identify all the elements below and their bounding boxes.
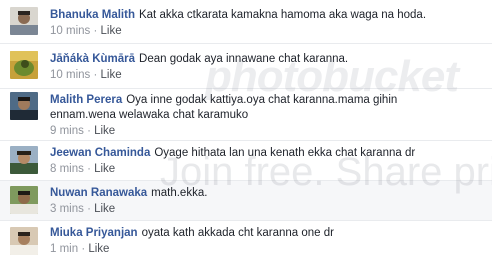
comment-author[interactable]: Bhanuka Malith bbox=[50, 9, 135, 21]
comment-time[interactable]: 8 mins bbox=[50, 163, 84, 175]
meta-separator: · bbox=[90, 69, 101, 81]
comment-author[interactable]: Jāňákà Kùmārā bbox=[50, 53, 135, 65]
meta-separator: · bbox=[83, 125, 95, 137]
like-link[interactable]: Like bbox=[94, 125, 115, 137]
meta-separator: · bbox=[90, 25, 101, 37]
comment-author[interactable]: Nuwan Ranawaka bbox=[50, 187, 147, 199]
comment-text: math.ekka. bbox=[151, 187, 208, 199]
avatar[interactable] bbox=[10, 186, 38, 214]
meta-separator: · bbox=[83, 163, 95, 175]
avatar[interactable] bbox=[10, 7, 38, 35]
like-link[interactable]: Like bbox=[101, 69, 122, 81]
avatar[interactable] bbox=[10, 227, 38, 255]
comment-time[interactable]: 10 mins bbox=[50, 69, 90, 81]
like-link[interactable]: Like bbox=[94, 203, 115, 215]
meta-separator: · bbox=[83, 203, 95, 215]
like-link[interactable]: Like bbox=[94, 163, 115, 175]
comment-text: Dean godak aya innawane chat karanna. bbox=[139, 53, 349, 65]
comment-time[interactable]: 3 mins bbox=[50, 203, 84, 215]
comment-time[interactable]: 9 mins bbox=[50, 125, 84, 137]
comment-item: Miuka Priyanjan oyata kath akkada cht kar… bbox=[0, 221, 492, 260]
comment-text: Oya inne godak kattiya.oya chat karanna.… bbox=[126, 94, 398, 106]
comment-author[interactable]: Jeewan Chaminda bbox=[50, 147, 150, 159]
avatar[interactable] bbox=[10, 51, 38, 79]
comment-text-continued: ennam.wena welawaka chat karamuko bbox=[50, 109, 249, 121]
avatar[interactable] bbox=[10, 146, 38, 174]
comment-time[interactable]: 10 mins bbox=[50, 25, 90, 37]
like-link[interactable]: Like bbox=[101, 25, 122, 37]
meta-separator: · bbox=[78, 243, 89, 255]
comment-item: Nuwan Ranawaka math.ekka. 3 mins · Like bbox=[0, 181, 492, 221]
comment-item: Jeewan Chaminda Oyage hithata lan una ken… bbox=[0, 141, 492, 181]
comment-author[interactable]: Miuka Priyanjan bbox=[50, 227, 138, 239]
avatar[interactable] bbox=[10, 92, 38, 120]
comment-text: oyata kath akkada cht karanna one dr bbox=[141, 227, 334, 239]
comment-text: Kat akka ctkarata kamakna hamoma aka wag… bbox=[138, 9, 427, 21]
comment-item: Bhanuka Malith Kat akka ctkarata kamakna … bbox=[0, 0, 492, 44]
comment-text: Oyage hithata lan una kenath ekka chat k… bbox=[154, 147, 416, 159]
like-link[interactable]: Like bbox=[88, 243, 109, 255]
comment-author[interactable]: Malith Perera bbox=[50, 94, 122, 106]
comment-time[interactable]: 1 min bbox=[50, 243, 78, 255]
comment-item: Malith Perera Oya inne godak kattiya.oya … bbox=[0, 89, 492, 141]
comment-list: Bhanuka Malith Kat akka ctkarata kamakna … bbox=[0, 0, 492, 260]
comment-item: Jāňákà Kùmārā Dean godak aya innawane cha… bbox=[0, 44, 492, 89]
